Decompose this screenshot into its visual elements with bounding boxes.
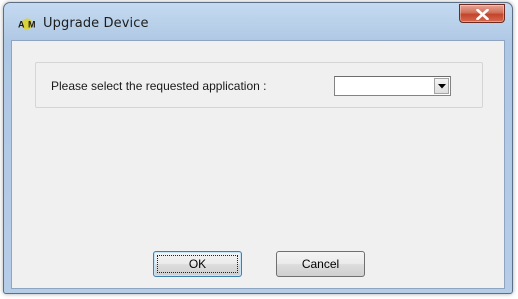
ok-button-label: OK bbox=[188, 257, 207, 271]
application-select[interactable] bbox=[334, 76, 451, 96]
cancel-button[interactable]: Cancel bbox=[276, 251, 365, 277]
app-logo-icon: A M bbox=[17, 17, 37, 30]
svg-text:A: A bbox=[18, 20, 25, 30]
chevron-down-icon bbox=[438, 84, 446, 89]
title-bar[interactable]: A M Upgrade Device bbox=[4, 3, 512, 41]
svg-text:M: M bbox=[28, 20, 36, 30]
application-groupbox: Please select the requested application … bbox=[35, 62, 483, 108]
dialog-body: Please select the requested application … bbox=[11, 40, 505, 289]
ok-button[interactable]: OK bbox=[153, 251, 242, 277]
close-button[interactable] bbox=[459, 4, 505, 23]
application-prompt-label: Please select the requested application … bbox=[51, 79, 267, 93]
upgrade-device-dialog: A M Upgrade Device Please select the req… bbox=[3, 2, 513, 294]
close-icon bbox=[476, 9, 489, 20]
dropdown-button[interactable] bbox=[434, 78, 449, 94]
window-title: Upgrade Device bbox=[43, 16, 149, 31]
cancel-button-label: Cancel bbox=[301, 257, 340, 271]
